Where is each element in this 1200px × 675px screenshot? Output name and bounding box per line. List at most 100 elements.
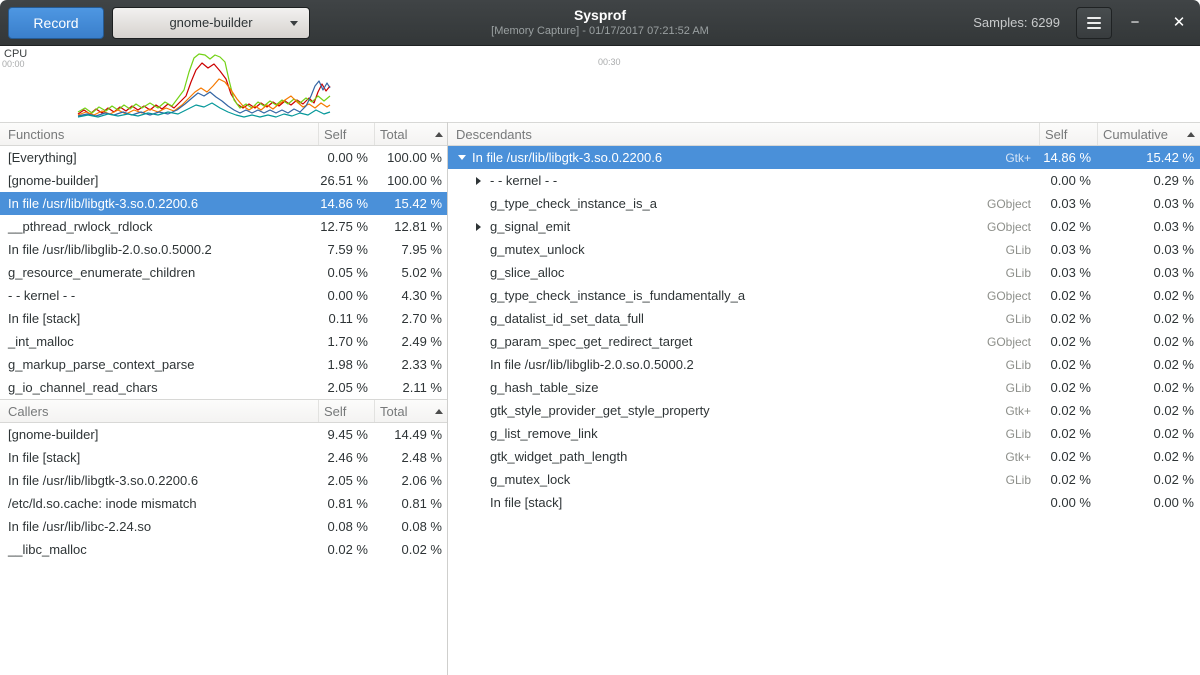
- table-row[interactable]: _int_malloc1.70 %2.49 %: [0, 330, 447, 353]
- functions-column-header[interactable]: Functions: [0, 123, 318, 145]
- row-category-label: GLib: [969, 266, 1039, 280]
- row-function-name: g_io_channel_read_chars: [0, 380, 318, 395]
- table-row[interactable]: In file /usr/lib/libgtk-3.so.0.2200.614.…: [0, 192, 447, 215]
- functions-total-column-header[interactable]: Total: [374, 123, 447, 145]
- headerbar: Record gnome-builder Sysprof [Memory Cap…: [0, 0, 1200, 46]
- row-self-value: 1.70 %: [318, 334, 374, 349]
- table-row[interactable]: In file /usr/lib/libgtk-3.so.0.2200.6Gtk…: [448, 146, 1200, 169]
- row-cumulative-value: 0.02 %: [1097, 449, 1200, 464]
- row-self-value: 0.03 %: [1039, 196, 1097, 211]
- table-row[interactable]: - - kernel - -0.00 %0.29 %: [448, 169, 1200, 192]
- row-category-label: GLib: [969, 427, 1039, 441]
- row-total-value: 0.81 %: [374, 496, 447, 511]
- table-row[interactable]: In file [stack]0.11 %2.70 %: [0, 307, 447, 330]
- table-row[interactable]: In file /usr/lib/libglib-2.0.so.0.5000.2…: [448, 353, 1200, 376]
- row-category-label: GLib: [969, 312, 1039, 326]
- cpu-graph[interactable]: CPU 00:00 00:30: [0, 46, 1200, 122]
- table-row[interactable]: In file /usr/lib/libgtk-3.so.0.2200.62.0…: [0, 469, 447, 492]
- row-cumulative-value: 0.02 %: [1097, 357, 1200, 372]
- descendants-cumulative-column-header[interactable]: Cumulative: [1097, 123, 1200, 145]
- row-function-name: gtk_widget_path_length: [490, 449, 969, 464]
- sort-ascending-icon: [435, 132, 443, 137]
- row-self-value: 2.05 %: [318, 380, 374, 395]
- row-self-value: 0.05 %: [318, 265, 374, 280]
- table-row[interactable]: g_mutex_unlockGLib0.03 %0.03 %: [448, 238, 1200, 261]
- row-self-value: 0.02 %: [1039, 403, 1097, 418]
- descendants-self-column-header[interactable]: Self: [1039, 123, 1097, 145]
- table-row[interactable]: gtk_widget_path_lengthGtk+0.02 %0.02 %: [448, 445, 1200, 468]
- table-row[interactable]: __libc_malloc0.02 %0.02 %: [0, 538, 447, 561]
- table-row[interactable]: gtk_style_provider_get_style_propertyGtk…: [448, 399, 1200, 422]
- time-label-mid: 00:30: [598, 57, 621, 67]
- row-total-value: 2.11 %: [374, 380, 447, 395]
- table-row[interactable]: g_mutex_lockGLib0.02 %0.02 %: [448, 468, 1200, 491]
- row-function-name: - - kernel - -: [0, 288, 318, 303]
- table-row[interactable]: g_slice_allocGLib0.03 %0.03 %: [448, 261, 1200, 284]
- table-row[interactable]: g_markup_parse_context_parse1.98 %2.33 %: [0, 353, 447, 376]
- table-row[interactable]: [Everything]0.00 %100.00 %: [0, 146, 447, 169]
- table-row[interactable]: - - kernel - -0.00 %4.30 %: [0, 284, 447, 307]
- callers-column-header[interactable]: Callers: [0, 400, 318, 422]
- table-row[interactable]: In file [stack]0.00 %0.00 %: [448, 491, 1200, 514]
- table-row[interactable]: g_resource_enumerate_children0.05 %5.02 …: [0, 261, 447, 284]
- table-row[interactable]: /etc/ld.so.cache: inode mismatch0.81 %0.…: [0, 492, 447, 515]
- table-row[interactable]: [gnome-builder]9.45 %14.49 %: [0, 423, 447, 446]
- table-row[interactable]: In file [stack]2.46 %2.48 %: [0, 446, 447, 469]
- table-row[interactable]: g_hash_table_sizeGLib0.02 %0.02 %: [448, 376, 1200, 399]
- menu-button[interactable]: [1076, 7, 1112, 39]
- row-self-value: 0.02 %: [1039, 380, 1097, 395]
- row-function-name: g_signal_emit: [490, 219, 969, 234]
- close-button[interactable]: ✕: [1166, 10, 1192, 36]
- table-row[interactable]: In file /usr/lib/libglib-2.0.so.0.5000.2…: [0, 238, 447, 261]
- row-self-value: 14.86 %: [1039, 150, 1097, 165]
- table-row[interactable]: g_param_spec_get_redirect_targetGObject0…: [448, 330, 1200, 353]
- row-self-value: 2.46 %: [318, 450, 374, 465]
- row-total-value: 7.95 %: [374, 242, 447, 257]
- left-pane: Functions Self Total [Everything]0.00 %1…: [0, 122, 448, 675]
- row-total-value: 100.00 %: [374, 150, 447, 165]
- table-row[interactable]: g_signal_emitGObject0.02 %0.03 %: [448, 215, 1200, 238]
- functions-self-column-header[interactable]: Self: [318, 123, 374, 145]
- row-function-name: In file [stack]: [490, 495, 969, 510]
- row-category-label: Gtk+: [969, 404, 1039, 418]
- table-row[interactable]: [gnome-builder]26.51 %100.00 %: [0, 169, 447, 192]
- row-self-value: 0.02 %: [1039, 219, 1097, 234]
- row-cumulative-value: 0.02 %: [1097, 380, 1200, 395]
- functions-table: [Everything]0.00 %100.00 %[gnome-builder…: [0, 146, 447, 399]
- table-row[interactable]: g_list_remove_linkGLib0.02 %0.02 %: [448, 422, 1200, 445]
- process-selector-dropdown[interactable]: gnome-builder: [112, 7, 310, 39]
- table-row[interactable]: __pthread_rwlock_rdlock12.75 %12.81 %: [0, 215, 447, 238]
- row-self-value: 2.05 %: [318, 473, 374, 488]
- main-area: Functions Self Total [Everything]0.00 %1…: [0, 122, 1200, 675]
- expander-closed-icon[interactable]: [476, 177, 490, 185]
- minimize-button[interactable]: −: [1122, 10, 1148, 36]
- table-row[interactable]: g_type_check_instance_is_aGObject0.03 %0…: [448, 192, 1200, 215]
- table-row[interactable]: In file /usr/lib/libc-2.24.so0.08 %0.08 …: [0, 515, 447, 538]
- record-button[interactable]: Record: [8, 7, 104, 39]
- row-self-value: 7.59 %: [318, 242, 374, 257]
- expander-closed-icon[interactable]: [476, 223, 490, 231]
- row-category-label: GLib: [969, 243, 1039, 257]
- row-function-name: [gnome-builder]: [0, 173, 318, 188]
- table-row[interactable]: g_datalist_id_set_data_fullGLib0.02 %0.0…: [448, 307, 1200, 330]
- row-category-label: GObject: [969, 289, 1039, 303]
- samples-count: Samples: 6299: [973, 15, 1060, 30]
- functions-total-column-label: Total: [380, 127, 407, 142]
- callers-total-column-header[interactable]: Total: [374, 400, 447, 422]
- row-function-name: - - kernel - -: [490, 173, 969, 188]
- row-cumulative-value: 0.00 %: [1097, 495, 1200, 510]
- chevron-down-icon: [290, 21, 298, 26]
- row-total-value: 0.08 %: [374, 519, 447, 534]
- row-self-value: 0.02 %: [318, 542, 374, 557]
- descendants-table-header: Descendants Self Cumulative: [448, 122, 1200, 146]
- row-function-name: g_type_check_instance_is_a: [490, 196, 969, 211]
- table-row[interactable]: g_type_check_instance_is_fundamentally_a…: [448, 284, 1200, 307]
- descendants-column-header[interactable]: Descendants: [448, 123, 1039, 145]
- callers-self-column-header[interactable]: Self: [318, 400, 374, 422]
- row-total-value: 2.49 %: [374, 334, 447, 349]
- row-cumulative-value: 0.02 %: [1097, 426, 1200, 441]
- table-row[interactable]: g_io_channel_read_chars2.05 %2.11 %: [0, 376, 447, 399]
- row-category-label: Gtk+: [969, 151, 1039, 165]
- row-function-name: [gnome-builder]: [0, 427, 318, 442]
- expander-open-icon[interactable]: [458, 155, 472, 160]
